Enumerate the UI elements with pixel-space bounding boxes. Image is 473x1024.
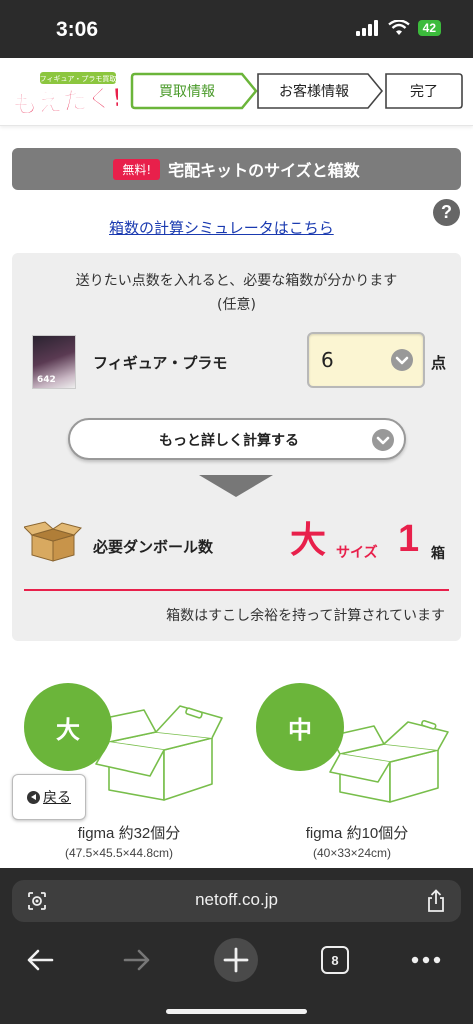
large-box-capacity: figma 約32個分: [77, 825, 181, 842]
nav-forward-icon: [123, 949, 150, 971]
wifi-icon: [387, 20, 410, 35]
url-text: netoff.co.jp: [195, 890, 278, 909]
step-purchase-info: 買取情報: [130, 72, 244, 110]
quantity-unit: 点: [431, 354, 447, 372]
browser-toolbar: netoff.co.jp 8: [0, 868, 473, 1024]
more-button[interactable]: [408, 938, 444, 982]
share-icon[interactable]: [425, 889, 447, 913]
simulator-link[interactable]: 箱数の計算シミュレータはこちら: [109, 217, 334, 238]
site-logo[interactable]: フィギュア・プラモ買取 もえたく!: [10, 70, 125, 120]
new-tab-button[interactable]: [214, 938, 258, 982]
status-icons: 42: [355, 20, 441, 36]
browser-nav-row: 8: [0, 938, 473, 982]
status-time: 3:06: [56, 18, 99, 41]
site-header: フィギュア・プラモ買取 もえたく! 買取情報 お客様情報 完了: [0, 58, 473, 126]
size-badge-large: 大: [24, 683, 112, 771]
battery-indicator: 42: [417, 20, 441, 36]
svg-text:もえたく!: もえたく!: [11, 83, 118, 116]
result-size: 大: [290, 520, 327, 561]
calculator-description: 送りたい点数を入れると、必要な箱数が分かります (任意): [12, 269, 461, 317]
status-bar: 3:06 42: [0, 0, 473, 58]
step-customer-info: お客様情報: [258, 72, 370, 110]
back-button[interactable]: 戻る: [12, 774, 86, 820]
result-label: 必要ダンボール数: [93, 538, 214, 556]
more-icon: [411, 956, 441, 964]
chevron-down-icon: [372, 429, 394, 451]
box-card-large: 大 figma 約32個分 (47.5×45.5×44.8cm): [24, 676, 234, 866]
free-badge: 無料!: [113, 158, 161, 180]
calculator-panel: 送りたい点数を入れると、必要な箱数が分かります (任意) 642 フィギュア・プ…: [12, 253, 461, 641]
result-count: 1: [398, 518, 420, 560]
tabs-icon: 8: [321, 946, 349, 974]
medium-box-dimensions: (40×33×24cm): [312, 846, 392, 860]
step-complete-label: 完了: [410, 84, 438, 100]
back-button-label: 戻る: [43, 790, 71, 806]
description-line-1: 送りたい点数を入れると、必要な箱数が分かります: [75, 273, 398, 289]
calculation-note: 箱数はすこし余裕を持って計算されています: [166, 608, 445, 624]
result-unit: 箱: [431, 546, 445, 562]
result-size-suffix: サイズ: [336, 545, 378, 561]
chevron-down-icon: [391, 349, 413, 371]
result-divider: [24, 589, 449, 591]
cardboard-box-icon: [23, 519, 82, 563]
large-box-illustration: [95, 705, 223, 801]
medium-box-capacity: figma 約10個分: [305, 825, 409, 842]
step-complete: 完了: [386, 72, 462, 110]
medium-box-illustration: [329, 719, 449, 803]
figure-thumbnail: 642: [32, 335, 76, 389]
back-arrow-icon: [27, 790, 40, 804]
description-line-2: (任意): [217, 297, 256, 313]
step-customer-info-label: お客様情報: [279, 84, 349, 100]
address-bar[interactable]: netoff.co.jp: [12, 880, 461, 922]
nav-forward-button[interactable]: [117, 938, 157, 982]
size-badge-medium: 中: [256, 683, 344, 771]
nav-back-button[interactable]: [20, 938, 60, 982]
box-card-medium: 中 figma 約10個分 (40×33×24cm): [252, 676, 462, 866]
new-tab-icon: [214, 938, 258, 982]
quantity-value: 6: [321, 348, 334, 372]
quantity-select[interactable]: 6: [307, 332, 425, 388]
item-category-label: フィギュア・プラモ: [93, 354, 228, 372]
svg-text:フィギュア・プラモ買取: フィギュア・プラモ買取: [40, 75, 117, 83]
signal-icon: [355, 20, 378, 36]
detailed-calc-button[interactable]: もっと詳しく計算する: [68, 418, 406, 460]
nav-back-icon: [27, 949, 54, 971]
tabs-button[interactable]: 8: [320, 938, 350, 982]
help-icon[interactable]: ?: [433, 199, 460, 226]
figure-thumbnail-text: 642: [37, 375, 56, 385]
result-arrow-icon: [199, 475, 273, 497]
large-box-dimensions: (47.5×45.5×44.8cm): [64, 846, 174, 860]
section-title-bar: 無料! 宅配キットのサイズと箱数: [12, 148, 461, 190]
section-title: 宅配キットのサイズと箱数: [168, 161, 360, 180]
step-purchase-info-label: 買取情報: [159, 84, 215, 100]
detailed-calc-label: もっと詳しく計算する: [159, 433, 299, 449]
home-indicator: [166, 1009, 307, 1014]
